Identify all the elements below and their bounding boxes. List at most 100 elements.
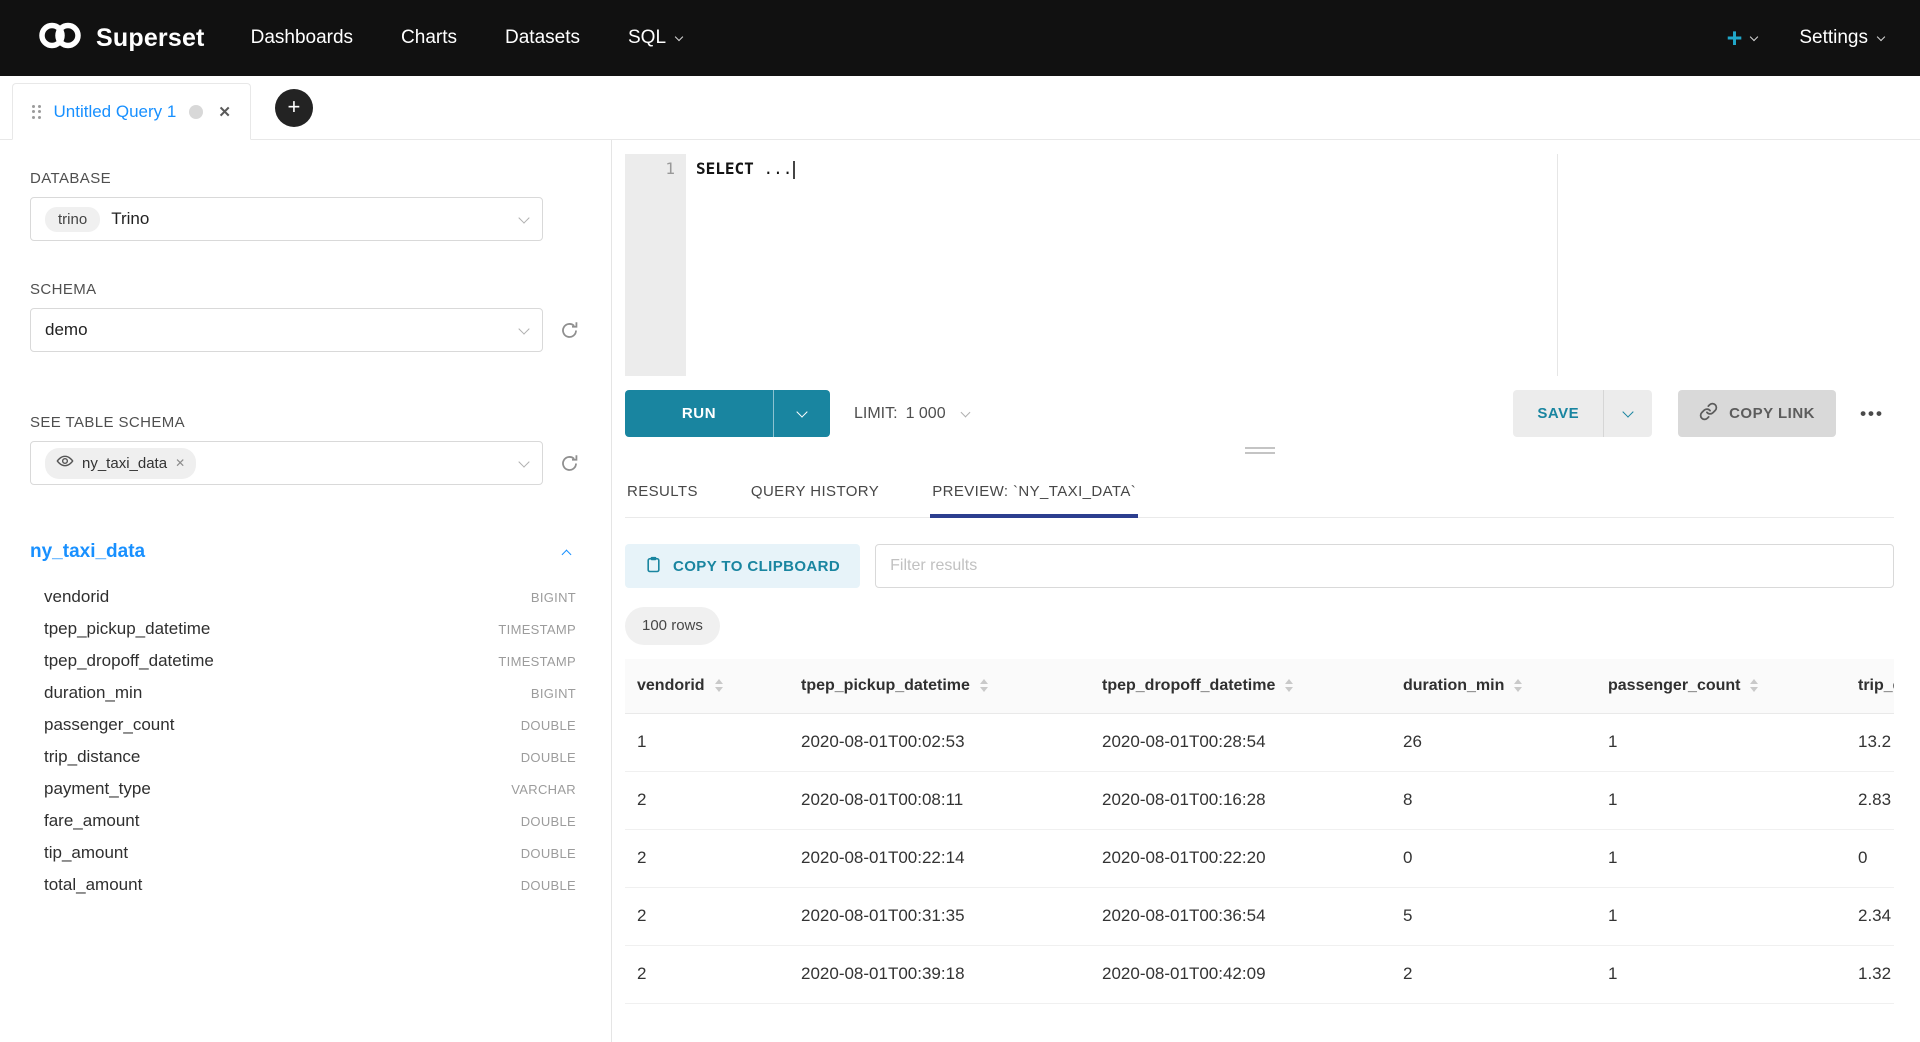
pane-resize-handle[interactable] (625, 437, 1894, 463)
settings-menu[interactable]: Settings (1799, 27, 1884, 49)
chevron-down-icon (796, 406, 807, 417)
table-cell: 2.34 (1846, 887, 1894, 945)
eye-icon (56, 452, 74, 475)
column-header[interactable]: duration_min (1391, 659, 1596, 713)
caret-down-icon (960, 407, 970, 417)
remove-table-icon[interactable]: ✕ (175, 456, 185, 470)
column-header[interactable]: tpep_dropoff_datetime (1090, 659, 1391, 713)
sort-icon[interactable] (980, 679, 988, 692)
new-query-tab-button[interactable]: + (275, 89, 313, 127)
schema-column-row: trip_distanceDOUBLE (30, 741, 576, 773)
sql-editor[interactable]: 1 SELECT ... (625, 154, 1894, 376)
table-cell: 2020-08-01T00:42:09 (1090, 945, 1391, 1003)
table-select[interactable]: ny_taxi_data ✕ (30, 441, 543, 485)
query-tabstrip: Untitled Query 1 ✕ + (0, 76, 1920, 140)
nav-item-dashboards[interactable]: Dashboards (251, 27, 353, 49)
drag-handle-icon[interactable] (32, 105, 41, 119)
limit-label: LIMIT: (854, 405, 898, 423)
table-header-row: vendoridtpep_pickup_datetimetpep_dropoff… (625, 659, 1894, 713)
tab-query-history[interactable]: QUERY HISTORY (749, 463, 881, 517)
schema-column-row: passenger_countDOUBLE (30, 709, 576, 741)
more-actions-button[interactable]: ••• (1850, 404, 1894, 424)
column-header[interactable]: trip_distance (1846, 659, 1894, 713)
caret-down-icon (1750, 32, 1758, 40)
run-split-button: RUN (625, 390, 830, 437)
refresh-schema-button[interactable] (559, 320, 580, 341)
caret-down-icon (1877, 32, 1885, 40)
save-options-button[interactable] (1603, 390, 1652, 437)
column-type: VARCHAR (511, 782, 576, 797)
superset-brand[interactable]: Superset (36, 22, 205, 54)
table-cell: 2020-08-01T00:36:54 (1090, 887, 1391, 945)
schema-select[interactable]: demo (30, 308, 543, 352)
tab-results[interactable]: RESULTS (625, 463, 700, 517)
column-type: TIMESTAMP (498, 622, 576, 637)
table-cell: 1.32 (1846, 945, 1894, 1003)
table-body: 12020-08-01T00:02:532020-08-01T00:28:542… (625, 713, 1894, 1003)
column-header-label: trip_distance (1858, 677, 1894, 695)
table-cell: 1 (1596, 713, 1846, 771)
chevron-down-icon (518, 456, 529, 467)
table-row: 12020-08-01T00:02:532020-08-01T00:28:542… (625, 713, 1894, 771)
table-cell: 1 (1596, 829, 1846, 887)
table-cell: 2 (625, 887, 789, 945)
run-options-button[interactable] (773, 390, 830, 437)
schema-column-row: tpep_pickup_datetimeTIMESTAMP (30, 613, 576, 645)
refresh-icon (559, 453, 580, 474)
table-cell: 0 (1846, 829, 1894, 887)
plus-icon: + (287, 94, 300, 120)
schema-column-row: fare_amountDOUBLE (30, 805, 576, 837)
column-type: DOUBLE (521, 750, 576, 765)
sort-icon[interactable] (1285, 679, 1293, 692)
column-header-label: duration_min (1403, 677, 1504, 695)
schema-label: SCHEMA (30, 281, 611, 298)
query-tab-title: Untitled Query 1 (54, 102, 177, 122)
close-tab-icon[interactable]: ✕ (218, 103, 231, 121)
superset-logo-icon (36, 22, 84, 54)
sort-icon[interactable] (715, 679, 723, 692)
column-type: BIGINT (531, 686, 576, 701)
navbar-right: + Settings (1727, 23, 1884, 54)
table-cell: 2.83 (1846, 771, 1894, 829)
schema-column-row: total_amountDOUBLE (30, 869, 576, 901)
copy-to-clipboard-button[interactable]: COPY TO CLIPBOARD (625, 544, 860, 588)
query-tab-active[interactable]: Untitled Query 1 ✕ (12, 83, 251, 140)
column-name: passenger_count (44, 715, 174, 735)
caret-down-icon (675, 32, 683, 40)
row-count-badge: 100 rows (625, 607, 720, 645)
nav-item-sql[interactable]: SQL (628, 27, 682, 49)
limit-dropdown[interactable]: LIMIT: 1 000 (854, 405, 969, 423)
filter-results-input[interactable] (875, 544, 1894, 588)
nav-item-datasets[interactable]: Datasets (505, 27, 580, 49)
nav-item-charts[interactable]: Charts (401, 27, 457, 49)
column-name: vendorid (44, 587, 109, 607)
copy-link-button[interactable]: COPY LINK (1678, 390, 1836, 437)
sort-icon[interactable] (1514, 679, 1522, 692)
database-select[interactable]: trino Trino (30, 197, 543, 241)
sqllab-sidebar: DATABASE trino Trino SCHEMA demo SEE TAB… (0, 140, 612, 1042)
sort-icon[interactable] (1750, 679, 1758, 692)
refresh-tables-button[interactable] (559, 453, 580, 474)
table-cell: 1 (1596, 945, 1846, 1003)
sql-text: ... (763, 159, 792, 178)
run-button[interactable]: RUN (625, 390, 773, 437)
schema-column-row: tip_amountDOUBLE (30, 837, 576, 869)
table-schema-title: ny_taxi_data (30, 541, 145, 563)
clipboard-icon (645, 556, 662, 577)
collapse-icon[interactable] (562, 549, 572, 559)
tab-preview[interactable]: PREVIEW: `NY_TAXI_DATA` (930, 463, 1138, 517)
table-cell: 1 (1596, 887, 1846, 945)
schema-column-row: payment_typeVARCHAR (30, 773, 576, 805)
editor-code-area[interactable]: SELECT ... (686, 154, 1894, 376)
save-button[interactable]: SAVE (1513, 390, 1603, 437)
table-cell: 2020-08-01T00:16:28 (1090, 771, 1391, 829)
editor-toolbar: RUN LIMIT: 1 000 SAVE COPY (625, 390, 1894, 437)
column-header[interactable]: tpep_pickup_datetime (789, 659, 1090, 713)
new-item-button[interactable]: + (1727, 23, 1758, 54)
results-table: vendoridtpep_pickup_datetimetpep_dropoff… (625, 659, 1894, 1004)
column-header[interactable]: vendorid (625, 659, 789, 713)
column-name: fare_amount (44, 811, 139, 831)
chevron-down-icon (1622, 406, 1633, 417)
column-header[interactable]: passenger_count (1596, 659, 1846, 713)
column-type: DOUBLE (521, 846, 576, 861)
